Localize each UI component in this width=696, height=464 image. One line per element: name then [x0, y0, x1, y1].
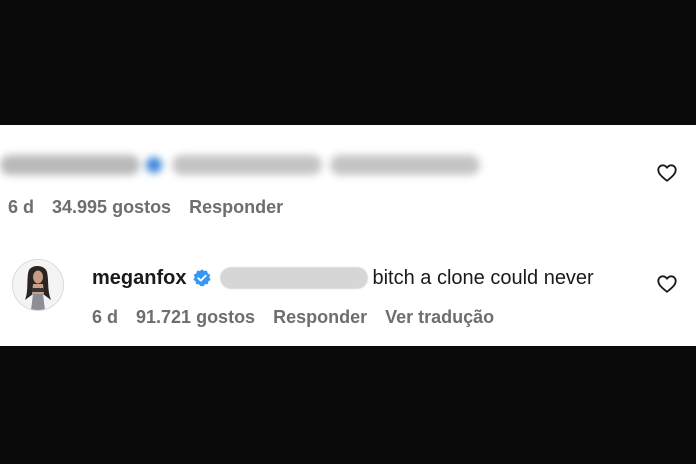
- comment-time: 6 d: [92, 307, 119, 327]
- translate-button[interactable]: Ver tradução: [385, 307, 494, 328]
- comment-meta: 6 d 91.721 gostos Responder Ver tradução: [92, 307, 512, 328]
- avatar[interactable]: [12, 259, 64, 311]
- comments-panel: 6 d 34.995 gostos Responder meganfox bit…: [0, 125, 696, 346]
- redacted-verified-badge: [146, 157, 162, 173]
- profile-picture: [13, 260, 63, 310]
- comment-meta: 6 d 34.995 gostos Responder: [8, 197, 301, 218]
- reply-button[interactable]: Responder: [189, 197, 283, 218]
- like-count[interactable]: 91.721 gostos: [136, 307, 255, 328]
- redacted-text: [330, 155, 480, 175]
- redacted-mention: [220, 267, 369, 289]
- username[interactable]: meganfox: [92, 267, 186, 290]
- redacted-username: [0, 155, 140, 175]
- heart-icon[interactable]: [656, 162, 678, 184]
- comment-line: meganfox bitch a clone could never: [92, 263, 594, 293]
- heart-icon[interactable]: [656, 273, 678, 295]
- comment-text: bitch a clone could never: [372, 266, 594, 289]
- redacted-text: [172, 155, 322, 175]
- verified-badge-icon: [193, 269, 212, 287]
- reply-button[interactable]: Responder: [273, 307, 367, 328]
- comment-time: 6 d: [8, 197, 35, 217]
- redacted-comment-text: [0, 152, 480, 178]
- like-count[interactable]: 34.995 gostos: [52, 197, 171, 218]
